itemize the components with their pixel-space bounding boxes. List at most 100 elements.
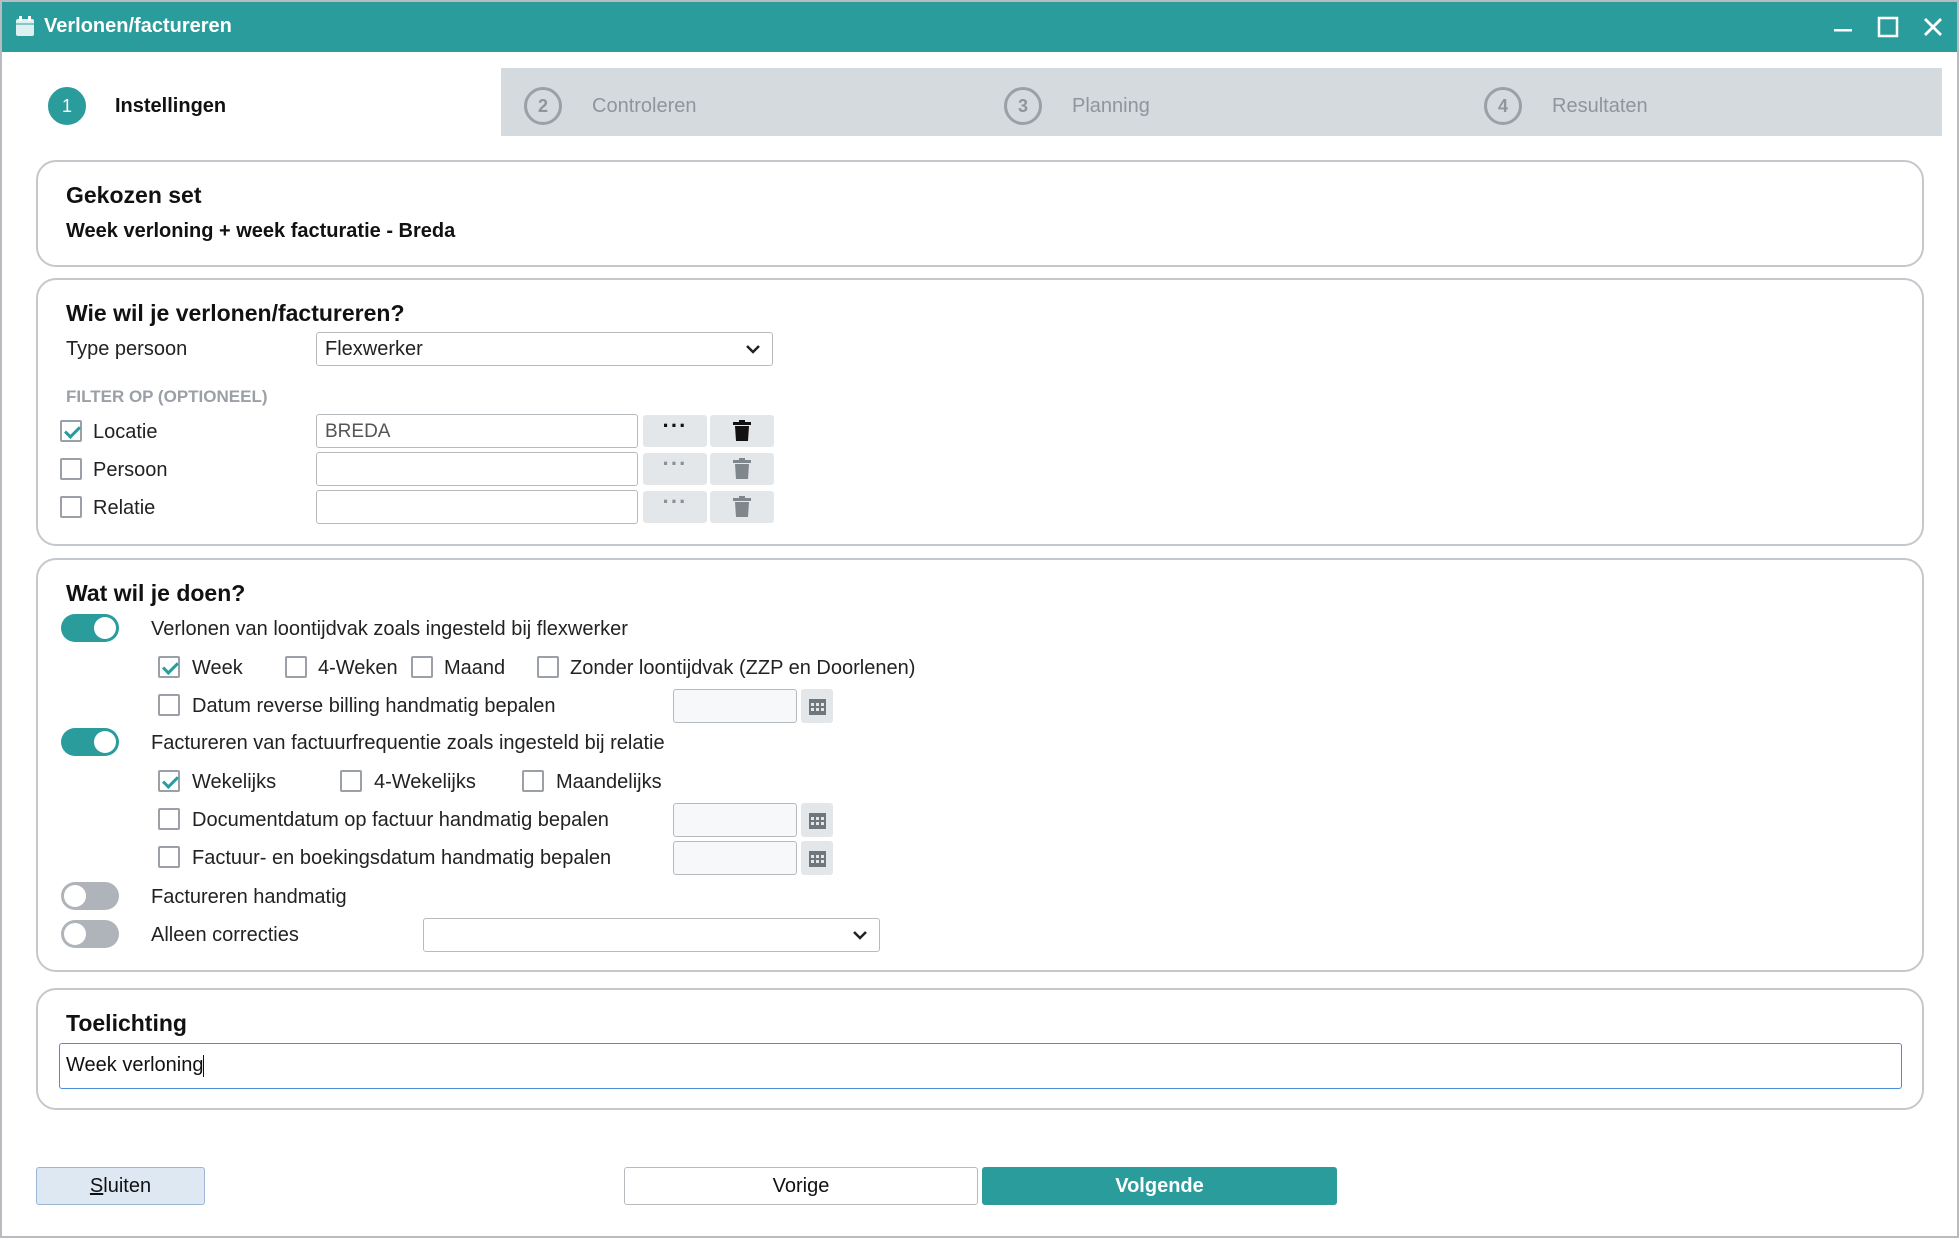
wizard-steps: 1 Instellingen 2 Controleren 3 Planning … xyxy=(12,68,1942,136)
close-button-mnemonic: S xyxy=(89,1175,104,1197)
filter-locatie-delete-button[interactable] xyxy=(710,415,774,447)
filter-relatie-checkbox[interactable] xyxy=(60,496,82,518)
document-date-button[interactable] xyxy=(801,803,833,837)
close-button[interactable]: Sluiten xyxy=(36,1167,205,1205)
what-panel: Wat wil je doen? Verlonen van loontijdva… xyxy=(36,558,1924,972)
type-person-select[interactable]: Flexwerker xyxy=(316,332,773,366)
calendar-icon xyxy=(16,16,34,36)
toggle-knob xyxy=(64,923,86,945)
booking-date-checkbox[interactable] xyxy=(158,846,180,868)
document-date-checkbox[interactable] xyxy=(158,808,180,830)
type-person-label: Type persoon xyxy=(66,338,188,360)
chevron-down-icon xyxy=(746,345,760,354)
close-button-label: luiten xyxy=(103,1175,152,1197)
payroll-zzp-label: Zonder loontijdvak (ZZP en Doorlenen) xyxy=(570,657,916,679)
reverse-billing-date-button[interactable] xyxy=(801,689,833,723)
filter-persoon-delete-button[interactable] xyxy=(710,453,774,485)
step-number: 1 xyxy=(48,87,86,125)
filter-relatie-input[interactable] xyxy=(316,490,638,524)
document-date-input[interactable] xyxy=(673,803,797,837)
manual-invoice-toggle[interactable] xyxy=(61,882,119,910)
step-label: Planning xyxy=(1072,95,1150,117)
invoice-4wekelijks-checkbox[interactable] xyxy=(340,770,362,792)
filter-persoon-browse-button[interactable]: ··· xyxy=(643,453,707,485)
step-label: Resultaten xyxy=(1552,95,1648,117)
invoice-wekelijks-label: Wekelijks xyxy=(192,771,277,793)
filter-persoon-input[interactable] xyxy=(316,452,638,486)
more-icon: ··· xyxy=(662,489,688,514)
filter-heading: FILTER OP (OPTIONEEL) xyxy=(66,387,268,406)
trash-icon xyxy=(733,458,751,479)
invoice-4wekelijks-label: 4-Wekelijks xyxy=(374,771,476,793)
invoice-maandelijks-label: Maandelijks xyxy=(556,771,662,793)
window-title: Verlonen/factureren xyxy=(44,15,232,37)
chevron-down-icon xyxy=(853,931,867,940)
who-heading: Wie wil je verlonen/factureren? xyxy=(66,300,405,326)
payroll-zzp-checkbox[interactable] xyxy=(537,656,559,678)
booking-date-button[interactable] xyxy=(801,841,833,875)
payroll-maand-checkbox[interactable] xyxy=(411,656,433,678)
payroll-week-checkbox[interactable] xyxy=(158,656,180,678)
close-icon[interactable] xyxy=(1917,12,1949,42)
filter-locatie-label: Locatie xyxy=(93,421,158,443)
chosen-set-heading: Gekozen set xyxy=(66,182,202,208)
step-label: Instellingen xyxy=(115,95,227,117)
reverse-billing-checkbox[interactable] xyxy=(158,694,180,716)
step-number: 4 xyxy=(1484,87,1522,125)
manual-invoice-label: Factureren handmatig xyxy=(151,886,347,908)
step-controleren[interactable]: 2 Controleren xyxy=(524,68,924,136)
type-person-value: Flexwerker xyxy=(325,338,423,360)
trash-icon xyxy=(733,496,751,517)
filter-relatie-delete-button[interactable] xyxy=(710,491,774,523)
booking-date-label: Factuur- en boekingsdatum handmatig bepa… xyxy=(192,847,612,869)
invoice-toggle-label: Factureren van factuurfrequentie zoals i… xyxy=(151,732,665,754)
payroll-toggle[interactable] xyxy=(61,614,119,642)
note-panel: Toelichting Week verloning xyxy=(36,988,1924,1110)
corrections-toggle[interactable] xyxy=(61,920,119,948)
step-resultaten[interactable]: 4 Resultaten xyxy=(1484,68,1884,136)
corrections-label: Alleen correcties xyxy=(151,924,299,946)
reverse-billing-date-input[interactable] xyxy=(673,689,797,723)
payroll-4weken-label: 4-Weken xyxy=(318,657,398,679)
app-window: Verlonen/factureren 1 Instellingen 2 Con… xyxy=(0,0,1959,1238)
toggle-knob xyxy=(94,731,116,753)
invoice-toggle[interactable] xyxy=(61,728,119,756)
note-input[interactable]: Week verloning xyxy=(59,1043,1902,1089)
booking-date-input[interactable] xyxy=(673,841,797,875)
next-button[interactable]: Volgende xyxy=(982,1167,1337,1205)
chosen-set-panel: Gekozen set Week verloning + week factur… xyxy=(36,160,1924,267)
toggle-knob xyxy=(94,617,116,639)
step-label: Controleren xyxy=(592,95,697,117)
document-date-label: Documentdatum op factuur handmatig bepal… xyxy=(192,809,609,831)
filter-locatie-checkbox[interactable] xyxy=(60,420,82,442)
payroll-week-label: Week xyxy=(192,657,243,679)
filter-locatie-browse-button[interactable]: ··· xyxy=(643,415,707,447)
who-panel: Wie wil je verlonen/factureren? Type per… xyxy=(36,278,1924,546)
filter-relatie-label: Relatie xyxy=(93,497,156,519)
previous-button[interactable]: Vorige xyxy=(624,1167,978,1205)
invoice-maandelijks-checkbox[interactable] xyxy=(522,770,544,792)
payroll-4weken-checkbox[interactable] xyxy=(285,656,307,678)
filter-persoon-checkbox[interactable] xyxy=(60,458,82,480)
what-heading: Wat wil je doen? xyxy=(66,580,246,606)
maximize-icon[interactable] xyxy=(1872,12,1904,42)
invoice-wekelijks-checkbox[interactable] xyxy=(158,770,180,792)
payroll-maand-label: Maand xyxy=(444,657,506,679)
chosen-set-value: Week verloning + week facturatie - Breda xyxy=(66,220,456,242)
step-instellingen[interactable]: 1 Instellingen xyxy=(48,68,448,136)
minimize-icon[interactable] xyxy=(1827,12,1859,42)
reverse-billing-label: Datum reverse billing handmatig bepalen xyxy=(192,695,556,717)
step-number: 2 xyxy=(524,87,562,125)
step-planning[interactable]: 3 Planning xyxy=(1004,68,1404,136)
trash-icon xyxy=(733,420,751,441)
more-icon: ··· xyxy=(662,413,688,438)
text-cursor xyxy=(203,1054,205,1077)
filter-relatie-browse-button[interactable]: ··· xyxy=(643,491,707,523)
corrections-select[interactable] xyxy=(423,918,880,952)
more-icon: ··· xyxy=(662,451,688,476)
calendar-icon xyxy=(809,813,826,829)
title-bar: Verlonen/factureren xyxy=(2,2,1957,52)
filter-persoon-label: Persoon xyxy=(93,459,168,481)
step-number: 3 xyxy=(1004,87,1042,125)
filter-locatie-input[interactable]: BREDA xyxy=(316,414,638,448)
